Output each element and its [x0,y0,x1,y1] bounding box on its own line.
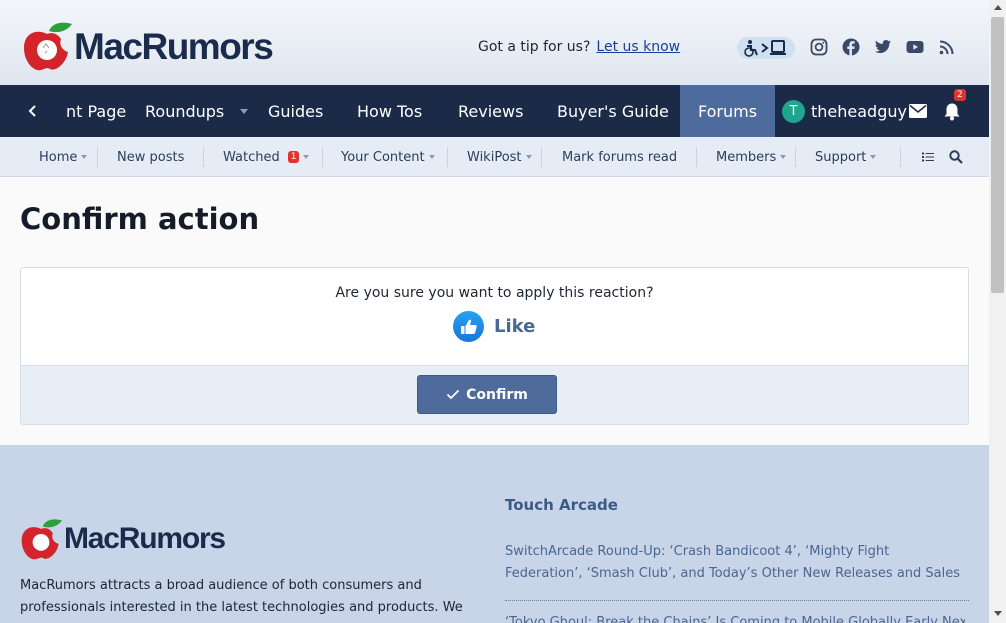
nav-roundups[interactable]: Roundups [145,85,249,137]
confirm-button[interactable]: Confirm [417,375,557,414]
subnav-label: New posts [117,149,185,165]
subnav-members[interactable]: Members [716,137,787,177]
footer-section-heading[interactable]: Touch Arcade [505,496,618,514]
watched-count-badge: 1 [287,151,300,163]
footer-article-link[interactable]: ‘Tokyo Ghoul: Break the Chains’ Is Comin… [505,615,965,623]
divider [696,147,697,167]
avatar: T [782,99,805,123]
nav-front-page[interactable]: nt Page [48,85,126,137]
bell-icon[interactable] [943,102,961,121]
facebook-icon[interactable] [842,38,860,56]
logo-wordmark: MacRumors [74,25,274,67]
thumbs-up-glyph-icon [460,319,477,334]
divider [322,147,323,167]
confirm-button-label: Confirm [466,386,528,403]
nav-how-tos[interactable]: How Tos [357,85,422,137]
subnav-watched[interactable]: Watched 1 [223,137,310,177]
caret-down-icon [81,155,88,159]
chevron-left-icon[interactable] [26,103,40,119]
chevron-down-icon [240,108,249,114]
subnav-new-posts[interactable]: New posts [117,137,184,177]
username: theheadguy [811,101,907,121]
caret-down-icon [870,155,877,159]
thumbs-up-icon [453,311,484,342]
divider [541,147,542,167]
twitter-icon[interactable] [874,38,892,56]
instagram-icon[interactable] [810,38,828,56]
reaction-preview: Like [453,311,535,342]
macrumors-logo[interactable]: MacRumors [22,20,274,72]
subnav-label: Support [815,149,867,165]
site-footer: MacRumors MacRumors attracts a broad aud… [0,445,989,623]
rss-icon[interactable] [938,38,956,56]
reaction-label: Like [494,316,536,337]
alerts-count-badge: 2 [954,89,966,101]
subnav-home[interactable]: Home [39,137,88,177]
apple-logo-icon [24,22,72,71]
tip-text: Got a tip for us? [478,39,591,55]
envelope-icon[interactable] [909,104,927,118]
divider [795,147,796,167]
nav-label: How Tos [357,101,423,121]
scroll-down-arrow-icon[interactable] [994,611,1002,616]
tip-prompt: Got a tip for us? Let us know [478,39,680,55]
divider [97,147,98,167]
nav-label: Forums [697,101,758,121]
vertical-scrollbar[interactable] [989,0,1006,623]
divider [505,600,969,601]
nav-reviews[interactable]: Reviews [458,85,523,137]
caret-down-icon [428,155,435,159]
caret-down-icon [303,155,310,159]
tip-link[interactable]: Let us know [596,39,680,55]
page-title: Confirm action [20,202,260,236]
scroll-up-arrow-icon[interactable] [994,5,1002,10]
list-icon[interactable] [922,152,934,162]
caret-down-icon [525,155,532,159]
subnav-your-content[interactable]: Your Content [341,137,435,177]
accessibility-icon[interactable] [737,37,797,59]
forum-sub-navigation: Home New posts Watched 1 Your Content Wi… [0,137,989,177]
nav-label: Roundups [145,101,225,121]
confirm-question: Are you sure you want to apply this reac… [335,285,654,301]
subnav-label: Your Content [341,149,425,165]
divider [447,147,448,167]
subnav-label: Watched [223,149,280,165]
nav-guides[interactable]: Guides [268,85,323,137]
divider [203,147,204,167]
search-icon[interactable] [949,150,963,164]
subnav-label: Mark forums read [562,149,678,165]
form-footer: Confirm [21,365,968,424]
apple-logo-icon [21,519,62,560]
youtube-icon[interactable] [906,38,924,56]
nav-label: nt Page [66,101,127,121]
site-header: MacRumors Got a tip for us? Let us know [0,0,989,85]
checkmark-icon [446,389,460,400]
footer-description: MacRumors attracts a broad audience of b… [20,578,463,615]
subnav-label: Home [39,149,78,165]
footer-logo[interactable]: MacRumors [20,517,226,561]
subnav-mark-forums-read[interactable]: Mark forums read [562,137,677,177]
nav-buyers-guide[interactable]: Buyer's Guide [557,85,669,137]
user-account-menu[interactable]: T theheadguy [782,85,907,137]
main-content: Confirm action Are you sure you want to … [0,178,989,445]
subnav-label: Members [716,149,777,165]
subnav-wikipost[interactable]: WikiPost [467,137,532,177]
nav-label: Buyer's Guide [557,101,669,121]
caret-down-icon [780,155,787,159]
divider [900,147,901,167]
nav-label: Reviews [458,101,524,121]
footer-logo-wordmark: MacRumors [64,522,226,555]
main-navigation: nt Page Roundups Guides How Tos Reviews … [0,85,989,137]
nav-forums[interactable]: Forums [680,85,775,137]
confirm-reaction-block: Are you sure you want to apply this reac… [20,267,969,425]
subnav-support[interactable]: Support [815,137,877,177]
scrollbar-thumb[interactable] [991,17,1004,293]
subnav-label: WikiPost [467,149,522,165]
nav-label: Guides [268,101,324,121]
footer-article-link[interactable]: SwitchArcade Round-Up: ‘Crash Bandicoot … [505,541,965,585]
